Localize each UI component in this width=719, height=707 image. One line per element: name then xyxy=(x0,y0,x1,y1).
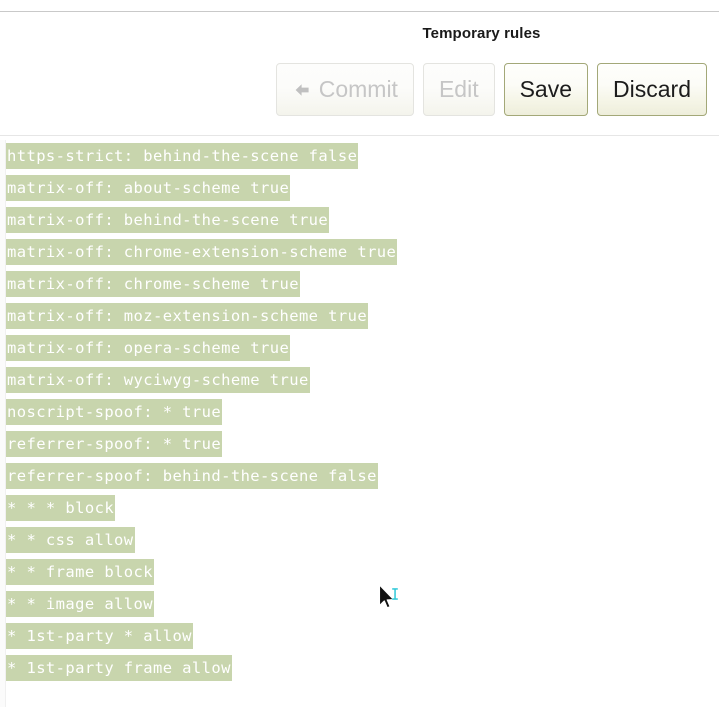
page-title: Temporary rules xyxy=(422,25,541,42)
rule-text: referrer-spoof: * true xyxy=(7,432,222,456)
rule-row[interactable]: noscript-spoof: * true xyxy=(0,396,719,428)
rule-text: * * frame block xyxy=(7,560,153,584)
arrow-left-icon xyxy=(292,80,312,100)
rule-text: * 1st-party * allow xyxy=(7,624,192,648)
rule-text: matrix-off: about-scheme true xyxy=(7,176,290,200)
rule-row[interactable]: matrix-off: behind-the-scene true xyxy=(0,204,719,236)
rule-row[interactable]: matrix-off: moz-extension-scheme true xyxy=(0,300,719,332)
rule-row[interactable]: * * frame block xyxy=(0,556,719,588)
rule-row[interactable]: matrix-off: wyciwyg-scheme true xyxy=(0,364,719,396)
rule-row[interactable]: referrer-spoof: * true xyxy=(0,428,719,460)
rule-text: * * css allow xyxy=(7,528,134,552)
rule-text: matrix-off: opera-scheme true xyxy=(7,336,290,360)
rule-text: matrix-off: chrome-scheme true xyxy=(7,272,299,296)
discard-button-label: Discard xyxy=(613,76,691,102)
save-button[interactable]: Save xyxy=(503,63,589,116)
toolbar-divider xyxy=(0,135,719,136)
rule-text: matrix-off: behind-the-scene true xyxy=(7,208,329,232)
rule-text: https-strict: behind-the-scene false xyxy=(7,144,358,168)
rules-list[interactable]: https-strict: behind-the-scene false matr… xyxy=(0,140,719,707)
rule-text: * * * block xyxy=(7,496,115,520)
rule-text: noscript-spoof: * true xyxy=(7,400,222,424)
rule-row[interactable]: matrix-off: about-scheme true xyxy=(0,172,719,204)
toolbar: Commit Edit Save Discard xyxy=(0,63,707,116)
rule-text: matrix-off: moz-extension-scheme true xyxy=(7,304,368,328)
rule-row[interactable]: https-strict: behind-the-scene false xyxy=(0,140,719,172)
discard-button[interactable]: Discard xyxy=(597,63,707,116)
rule-row[interactable]: matrix-off: chrome-scheme true xyxy=(0,268,719,300)
rule-row[interactable]: * 1st-party frame allow xyxy=(0,652,719,684)
edit-button[interactable]: Edit xyxy=(422,63,495,116)
rule-text: * 1st-party frame allow xyxy=(7,656,231,680)
header: Temporary rules Commit Edit Save Discard xyxy=(0,12,719,135)
commit-button[interactable]: Commit xyxy=(275,63,414,116)
rule-text: matrix-off: wyciwyg-scheme true xyxy=(7,368,309,392)
rule-row[interactable]: * * css allow xyxy=(0,524,719,556)
rule-row[interactable]: * 1st-party * allow xyxy=(0,620,719,652)
edit-button-label: Edit xyxy=(438,76,479,102)
rule-row[interactable]: matrix-off: chrome-extension-scheme true xyxy=(0,236,719,268)
rule-row[interactable]: referrer-spoof: behind-the-scene false xyxy=(0,460,719,492)
rule-text: matrix-off: chrome-extension-scheme true xyxy=(7,240,397,264)
rule-row[interactable]: * * * block xyxy=(0,492,719,524)
save-button-label: Save xyxy=(519,76,573,102)
rule-text: * * image allow xyxy=(7,592,153,616)
rule-text: referrer-spoof: behind-the-scene false xyxy=(7,464,377,488)
commit-button-label: Commit xyxy=(318,76,398,102)
rule-row[interactable]: matrix-off: opera-scheme true xyxy=(0,332,719,364)
rule-row[interactable]: * * image allow xyxy=(0,588,719,620)
